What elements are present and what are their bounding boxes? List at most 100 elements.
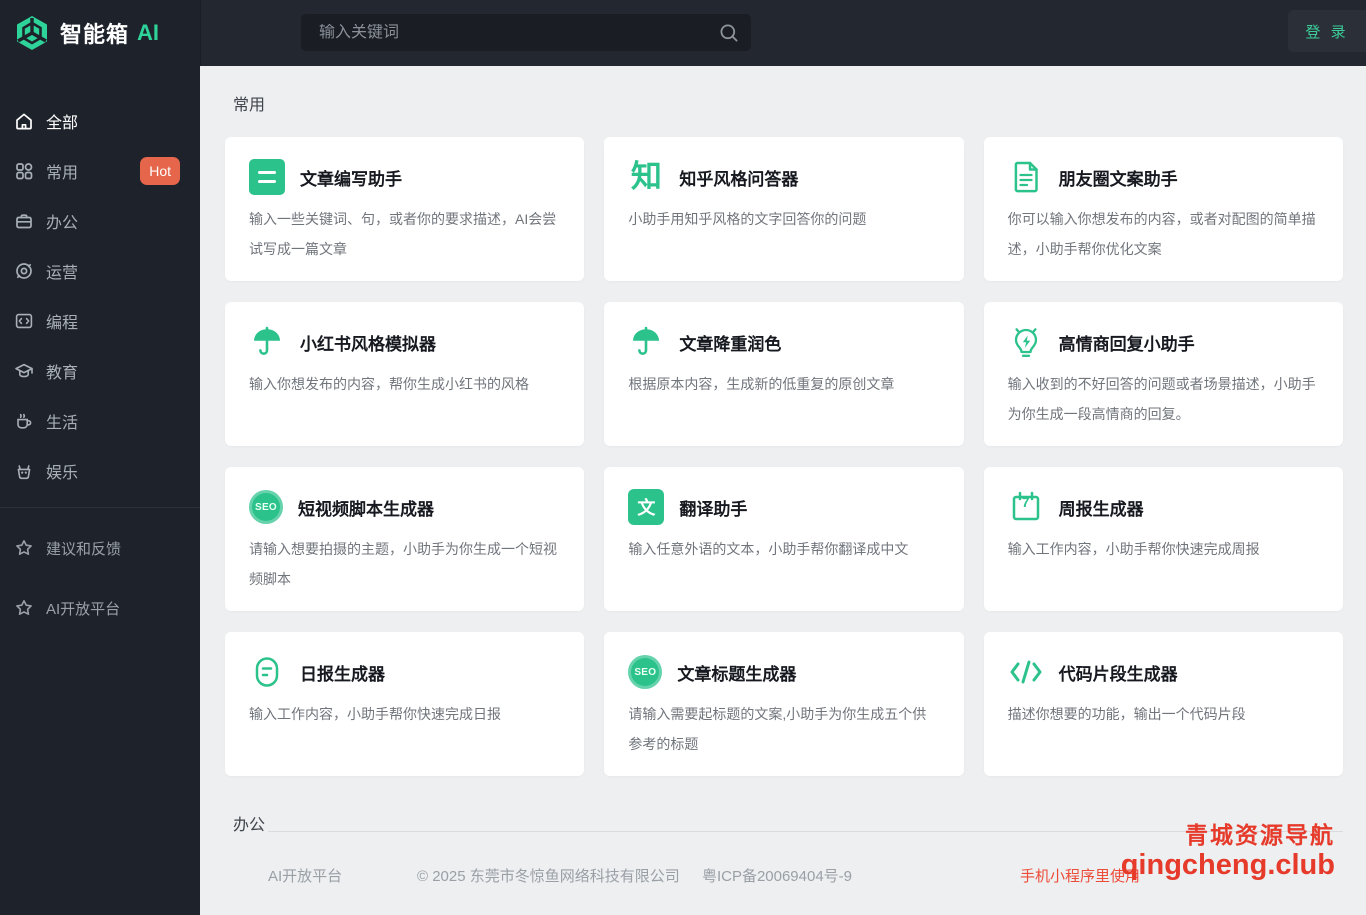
next-section-title: 办公 [233, 817, 266, 834]
app-root: 智能箱 AI 全部 常用 Hot 办公 运营 编程 教育 生活 娱乐 建议和反馈… [0, 0, 1366, 915]
tool-card-short-video-script[interactable]: SEO 短视频脚本生成器 请输入想要拍摄的主题，小助手为你生成一个短视频脚本 [225, 467, 585, 611]
grid-icon [14, 161, 34, 181]
tool-card-rewrite-polish[interactable]: 文章降重润色 根据原本内容，生成新的低重复的原创文章 [604, 302, 964, 446]
cube-icon [13, 14, 51, 52]
star-icon [14, 598, 34, 618]
footer-copyright: © 2025 东莞市冬惊鱼网络科技有限公司 粤ICP备20069404号-9 [417, 865, 852, 886]
calendar-number: 7 [1021, 494, 1030, 510]
section-divider [268, 831, 1343, 832]
search-icon[interactable] [707, 22, 751, 44]
tool-card-xiaohongshu-style[interactable]: 小红书风格模拟器 输入你想发布的内容，帮你生成小红书的风格 [225, 302, 585, 446]
brand-name: 智能箱 [60, 22, 130, 47]
card-description: 输入任意外语的文本，小助手帮你翻译成中文 [628, 541, 909, 557]
note-icon [249, 654, 285, 690]
hot-badge: Hot [140, 157, 180, 185]
star-icon [14, 538, 34, 558]
sidebar-item-ai-platform[interactable]: AI开放平台 [0, 578, 200, 638]
tool-card-article-writer[interactable]: 文章编写助手 输入一些关键词、句，或者你的要求描述，AI会尝试写成一篇文章 [225, 137, 585, 281]
card-title: 小红书风格模拟器 [300, 334, 436, 354]
brand-logo[interactable]: 智能箱 AI [0, 0, 200, 66]
sidebar-item-operations[interactable]: 运营 [0, 246, 200, 296]
card-description: 请输入想要拍摄的主题，小助手为你生成一个短视频脚本 [249, 541, 557, 587]
card-description: 输入一些关键词、句，或者你的要求描述，AI会尝试写成一篇文章 [249, 211, 557, 257]
sidebar-item-label: 建议和反馈 [46, 540, 122, 558]
card-description: 输入你想发布的内容，帮你生成小红书的风格 [249, 376, 529, 392]
translate-icon: 文 [628, 489, 665, 525]
tool-card-eq-reply[interactable]: 高情商回复小助手 输入收到的不好回答的问题或者场景描述，小助手为你生成一段高情商… [983, 302, 1343, 446]
sidebar-divider [0, 507, 200, 508]
entertainment-icon [14, 461, 34, 481]
seo-badge-icon: SEO [628, 655, 663, 689]
sidebar-item-life[interactable]: 生活 [0, 396, 200, 446]
tool-card-moments-copy[interactable]: 朋友圈文案助手 你可以输入你想发布的内容，或者对配图的简单描述，小助手帮你优化文… [983, 137, 1343, 281]
search-box [301, 14, 751, 51]
sidebar-item-entertainment[interactable]: 娱乐 [0, 446, 200, 496]
sidebar-item-coding[interactable]: 编程 [0, 296, 200, 346]
icp-link[interactable]: 粤ICP备20069404号-9 [702, 868, 852, 885]
card-description: 输入工作内容，小助手帮你快速完成日报 [249, 706, 501, 722]
tool-card-title-generator[interactable]: SEO 文章标题生成器 请输入需要起标题的文案,小助手为你生成五个供参考的标题 [604, 632, 964, 776]
sidebar-item-label: 常用 [46, 165, 79, 182]
card-description: 根据原本内容，生成新的低重复的原创文章 [628, 376, 895, 392]
umbrella-icon [249, 324, 285, 360]
code-slash-icon [1008, 654, 1044, 690]
sidebar-item-label: 编程 [46, 315, 79, 332]
sidebar-item-education[interactable]: 教育 [0, 346, 200, 396]
card-title: 文章降重润色 [679, 334, 782, 354]
education-icon [14, 361, 34, 381]
card-title: 代码片段生成器 [1058, 664, 1178, 684]
search-input[interactable] [301, 23, 707, 42]
operations-icon [14, 261, 34, 281]
card-description: 输入工作内容，小助手帮你快速完成周报 [1007, 541, 1260, 557]
code-icon [14, 311, 34, 331]
sidebar-item-frequent[interactable]: 常用 Hot [0, 146, 200, 196]
document-icon [1008, 159, 1044, 195]
login-button[interactable]: 登 录 [1288, 10, 1366, 52]
main-content: 常用 文章编写助手 输入一些关键词、句，或者你的要求描述，AI会尝试写成一篇文章… [200, 66, 1366, 915]
card-title: 朋友圈文案助手 [1058, 169, 1178, 189]
sidebar-item-all[interactable]: 全部 [0, 96, 200, 146]
tool-card-daily-report[interactable]: 日报生成器 输入工作内容，小助手帮你快速完成日报 [225, 632, 585, 776]
tool-card-code-snippet[interactable]: 代码片段生成器 描述你想要的功能，输出一个代码片段 [983, 632, 1343, 776]
copyright-text: © 2025 东莞市冬惊鱼网络科技有限公司 [417, 868, 680, 885]
tool-card-zhihu-qa[interactable]: 知 知乎风格问答器 小助手用知乎风格的文字回答你的问题 [604, 137, 964, 281]
umbrella-icon [628, 324, 664, 360]
sidebar-item-label: AI开放平台 [46, 600, 121, 618]
home-icon [14, 111, 34, 131]
card-title: 文章标题生成器 [677, 664, 797, 684]
tool-card-translator[interactable]: 文 翻译助手 输入任意外语的文本，小助手帮你翻译成中文 [604, 467, 964, 611]
section-title: 常用 [233, 97, 266, 114]
topbar: 登 录 [200, 0, 1366, 66]
card-title: 短视频脚本生成器 [298, 499, 434, 519]
card-description: 描述你想要的功能，输出一个代码片段 [1007, 706, 1246, 722]
sidebar-item-label: 生活 [46, 415, 79, 432]
sidebar-item-feedback[interactable]: 建议和反馈 [0, 518, 200, 578]
coffee-icon [14, 411, 34, 431]
bulb-icon [1008, 324, 1044, 360]
card-title: 周报生成器 [1058, 499, 1144, 519]
footer: AI开放平台 © 2025 东莞市冬惊鱼网络科技有限公司 粤ICP备200694… [200, 860, 1366, 890]
card-title: 文章编写助手 [300, 169, 402, 189]
brand-suffix: AI [137, 20, 160, 45]
card-title: 高情商回复小助手 [1058, 334, 1195, 354]
card-title: 翻译助手 [679, 499, 748, 519]
briefcase-icon [14, 211, 34, 231]
mini-program-link[interactable]: 手机小程序里使用 [1020, 865, 1140, 886]
sidebar-item-office[interactable]: 办公 [0, 196, 200, 246]
calendar-icon: 7 [1008, 489, 1044, 525]
sidebar-item-label: 全部 [46, 115, 79, 132]
sidebar-item-label: 运营 [46, 265, 79, 282]
zhihu-icon: 知 [630, 159, 662, 194]
card-title: 日报生成器 [300, 664, 385, 684]
footer-ai-platform-link[interactable]: AI开放平台 [268, 865, 342, 886]
card-description: 小助手用知乎风格的文字回答你的问题 [628, 211, 867, 227]
tool-card-weekly-report[interactable]: 7 周报生成器 输入工作内容，小助手帮你快速完成周报 [983, 467, 1343, 611]
card-description: 你可以输入你想发布的内容，或者对配图的简单描述，小助手帮你优化文案 [1007, 211, 1316, 257]
card-description: 请输入需要起标题的文案,小助手为你生成五个供参考的标题 [628, 706, 927, 752]
list-icon [249, 159, 285, 195]
card-title: 知乎风格问答器 [679, 169, 799, 189]
card-description: 输入收到的不好回答的问题或者场景描述，小助手为你生成一段高情商的回复。 [1007, 376, 1316, 422]
sidebar-item-label: 娱乐 [46, 465, 79, 482]
sidebar-nav: 全部 常用 Hot 办公 运营 编程 教育 生活 娱乐 建议和反馈 AI开放平台 [0, 96, 200, 638]
sidebar-item-label: 教育 [46, 365, 79, 382]
